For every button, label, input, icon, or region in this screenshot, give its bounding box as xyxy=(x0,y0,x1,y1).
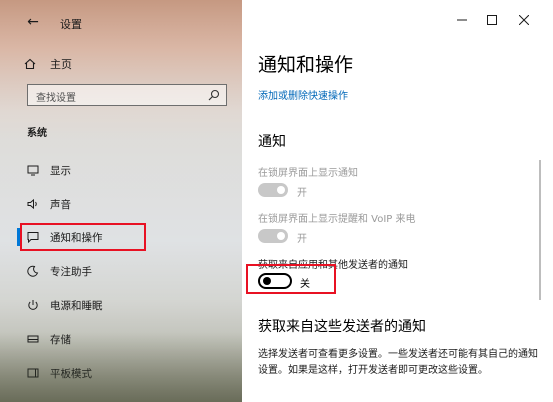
sidebar-item-label: 显示 xyxy=(50,164,71,177)
close-button[interactable] xyxy=(509,10,539,30)
tablet-icon xyxy=(26,366,40,380)
toggle-knob xyxy=(277,186,285,194)
maximize-icon xyxy=(487,15,497,25)
storage-icon xyxy=(26,332,40,346)
home-label: 主页 xyxy=(50,58,72,71)
window-title: 设置 xyxy=(60,18,82,31)
sidebar-pane: ← 设置 主页 查找设置 系统 显示 声音 通知和操作 专注助手 电源和睡眠 存… xyxy=(0,0,242,402)
toggle-knob xyxy=(277,232,285,240)
monitor-icon xyxy=(26,163,40,177)
power-icon xyxy=(26,298,40,312)
sidebar-item-focus-assist[interactable]: 专注助手 xyxy=(0,258,242,284)
senders-description: 选择发送者可查看更多设置。一些发送者还可能有其自己的通知设置。如果是这样，打开发… xyxy=(258,349,538,376)
highlight-box xyxy=(246,264,336,294)
quick-actions-link[interactable]: 添加或删除快速操作 xyxy=(258,87,348,102)
sidebar-item-sound[interactable]: 声音 xyxy=(0,191,242,217)
lockscreen-voip-toggle[interactable] xyxy=(258,229,288,243)
lockscreen-notifications-toggle[interactable] xyxy=(258,183,288,197)
highlight-box xyxy=(20,223,146,251)
sidebar-home[interactable]: 主页 xyxy=(24,56,72,72)
speaker-icon xyxy=(26,197,40,211)
minimize-icon xyxy=(457,19,467,21)
sidebar-item-label: 电源和睡眠 xyxy=(50,299,103,312)
moon-icon xyxy=(26,264,40,278)
search-input[interactable]: 查找设置 xyxy=(27,84,227,106)
back-button[interactable]: ← xyxy=(22,12,44,32)
sidebar-item-power[interactable]: 电源和睡眠 xyxy=(0,292,242,318)
sidebar-item-tablet[interactable]: 平板模式 xyxy=(0,360,242,386)
minimize-button[interactable] xyxy=(447,10,477,30)
senders-heading: 获取来自这些发送者的通知 xyxy=(258,319,426,335)
setting-label: 在锁屏界面上显示提醒和 VoIP 来电 xyxy=(258,214,416,225)
sidebar-item-display[interactable]: 显示 xyxy=(0,157,242,183)
search-placeholder: 查找设置 xyxy=(36,93,76,104)
notifications-heading: 通知 xyxy=(258,134,286,150)
home-icon xyxy=(24,58,36,70)
maximize-button[interactable] xyxy=(477,10,507,30)
close-icon xyxy=(519,15,529,25)
sidebar-item-label: 平板模式 xyxy=(50,367,92,380)
sidebar-item-label: 存储 xyxy=(50,333,71,346)
section-title: 系统 xyxy=(27,128,47,139)
sidebar-item-storage[interactable]: 存储 xyxy=(0,326,242,352)
search-icon xyxy=(208,89,220,101)
sidebar-item-label: 声音 xyxy=(50,198,71,211)
toggle-state: 开 xyxy=(297,188,307,199)
sidebar-item-label: 专注助手 xyxy=(50,265,92,278)
setting-label: 在锁屏界面上显示通知 xyxy=(258,168,358,179)
scrollbar[interactable] xyxy=(539,160,541,300)
toggle-state: 开 xyxy=(297,234,307,245)
page-title: 通知和操作 xyxy=(258,54,354,76)
